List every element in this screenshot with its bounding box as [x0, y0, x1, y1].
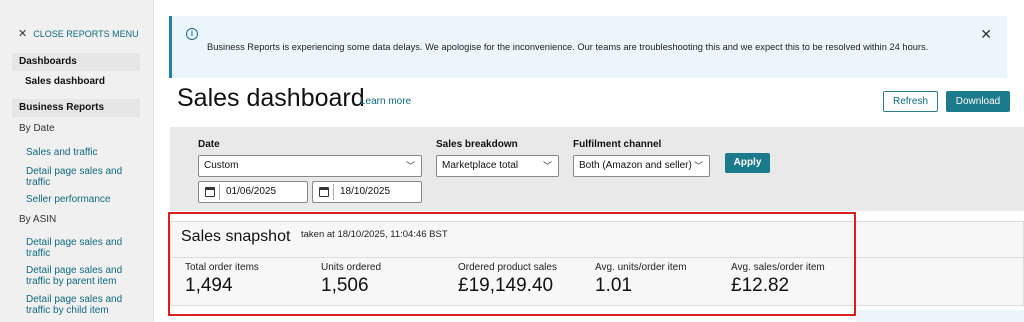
snapshot-divider: [171, 257, 1023, 258]
next-section-strip: [856, 310, 1024, 322]
calendar-icon: [205, 187, 215, 197]
date-input-separator: [219, 184, 220, 200]
sidebar-section-dashboards: Dashboards: [12, 53, 140, 71]
sidebar-group-by-asin: By ASIN: [19, 214, 57, 225]
sidebar-link-seller-performance[interactable]: Seller performance: [26, 194, 136, 205]
fulfilment-channel-value: Both (Amazon and seller): [579, 160, 692, 171]
metric-value: 1,506: [321, 275, 369, 296]
close-icon[interactable]: ✕: [980, 26, 992, 43]
fulfilment-channel-label: Fulfilment channel: [573, 139, 662, 150]
start-date-input[interactable]: 01/06/2025: [198, 181, 308, 203]
metric-ordered-product-sales: Ordered product sales £19,149.40: [458, 262, 557, 297]
start-date-value: 01/06/2025: [226, 186, 277, 197]
date-range-value: Custom: [204, 160, 239, 171]
page-title: Sales dashboard: [177, 84, 365, 112]
sidebar-link-asin-by-parent[interactable]: Detail page sales and traffic by parent …: [26, 265, 136, 287]
metric-label: Avg. units/order item: [595, 262, 687, 273]
metric-label: Ordered product sales: [458, 262, 557, 273]
metric-label: Units ordered: [321, 262, 382, 273]
close-reports-menu-label: CLOSE REPORTS MENU: [33, 28, 139, 39]
metric-value: £19,149.40: [458, 275, 554, 296]
calendar-icon: [319, 187, 329, 197]
sidebar-section-business-reports: Business Reports: [12, 99, 140, 117]
sidebar-item-sales-dashboard[interactable]: Sales dashboard: [25, 76, 105, 87]
fulfilment-channel-select[interactable]: Both (Amazon and seller) ﹀: [573, 155, 710, 177]
sales-snapshot-card: Sales snapshot taken at 18/10/2025, 11:0…: [170, 221, 1024, 306]
sales-breakdown-label: Sales breakdown: [436, 139, 518, 150]
info-icon: i: [186, 28, 198, 40]
date-label: Date: [198, 139, 220, 150]
data-delay-banner: i Business Reports is experiencing some …: [169, 16, 1007, 78]
metric-label: Avg. sales/order item: [731, 262, 825, 273]
sidebar-link-detail-page-sales-and-traffic[interactable]: Detail page sales and traffic: [26, 166, 136, 188]
metric-label: Total order items: [185, 262, 259, 273]
snapshot-title: Sales snapshot: [181, 228, 291, 245]
metric-avg-sales-per-order-item: Avg. sales/order item £12.82: [731, 262, 825, 297]
metric-avg-units-per-order-item: Avg. units/order item 1.01: [595, 262, 687, 297]
sidebar-link-asin-detail-page[interactable]: Detail page sales and traffic: [26, 237, 136, 259]
sidebar-link-sales-and-traffic[interactable]: Sales and traffic: [26, 147, 136, 158]
metric-total-order-items: Total order items 1,494: [185, 262, 259, 297]
end-date-input[interactable]: 18/10/2025: [312, 181, 422, 203]
refresh-button[interactable]: Refresh: [883, 91, 938, 112]
date-input-separator: [333, 184, 334, 200]
metric-value: 1,494: [185, 275, 233, 296]
metric-value: 1.01: [595, 275, 632, 296]
sales-breakdown-value: Marketplace total: [442, 160, 519, 171]
chevron-down-icon: ﹀: [693, 161, 703, 171]
metric-value: £12.82: [731, 275, 790, 296]
chevron-down-icon: ﹀: [405, 161, 415, 171]
banner-message: Business Reports is experiencing some da…: [207, 42, 929, 52]
snapshot-timestamp: taken at 18/10/2025, 11:04:46 BST: [301, 229, 448, 240]
sidebar-link-asin-by-child[interactable]: Detail page sales and traffic by child i…: [26, 294, 136, 316]
sales-breakdown-select[interactable]: Marketplace total ﹀: [436, 155, 559, 177]
close-icon: ✕: [18, 28, 28, 40]
date-range-select[interactable]: Custom ﹀: [198, 155, 422, 177]
filter-bar: Date Custom ﹀ 01/06/2025 18/10/2025 Sale…: [170, 127, 1024, 211]
learn-more-link[interactable]: Learn more: [360, 96, 411, 107]
reports-sidebar: ✕ CLOSE REPORTS MENU Dashboards Sales da…: [0, 0, 154, 322]
close-reports-menu-button[interactable]: ✕ CLOSE REPORTS MENU: [18, 27, 139, 40]
apply-button[interactable]: Apply: [725, 153, 770, 173]
chevron-down-icon: ﹀: [542, 161, 552, 171]
sidebar-group-by-date: By Date: [19, 123, 55, 134]
download-button[interactable]: Download: [946, 91, 1010, 112]
metric-units-ordered: Units ordered 1,506: [321, 262, 381, 297]
end-date-value: 18/10/2025: [340, 186, 391, 197]
